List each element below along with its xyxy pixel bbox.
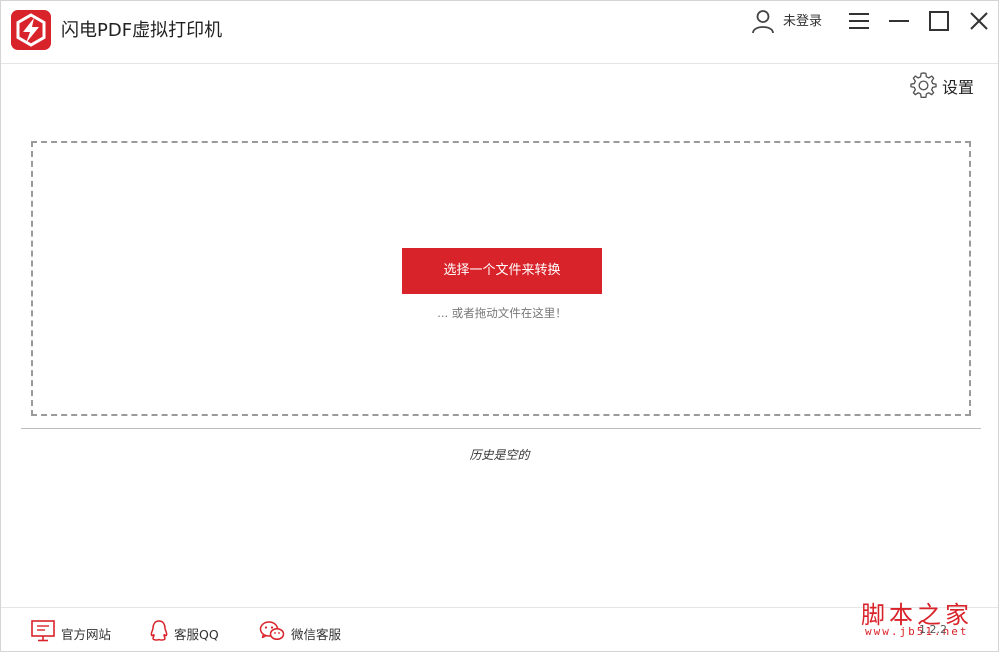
- history-divider: [21, 428, 981, 429]
- watermark-url: www.jb51.net: [865, 625, 969, 638]
- minimize-icon[interactable]: [887, 9, 911, 33]
- footer-bar: 官方网站 客服QQ 微信客服: [1, 607, 998, 651]
- lightning-logo-icon: [11, 10, 51, 50]
- login-status-label[interactable]: 未登录: [783, 13, 822, 31]
- customer-service-qq-label: 客服QQ: [174, 627, 219, 642]
- settings-button[interactable]: 设置: [910, 71, 990, 99]
- maximize-icon[interactable]: [927, 9, 951, 33]
- wechat-service-label: 微信客服: [291, 627, 342, 642]
- monitor-icon: [31, 620, 55, 642]
- close-icon[interactable]: [967, 9, 991, 33]
- settings-label: 设置: [942, 78, 975, 97]
- qq-icon: [150, 620, 168, 641]
- customer-service-qq-link[interactable]: 客服QQ: [149, 618, 239, 644]
- select-file-button[interactable]: 选择一个文件来转换: [402, 248, 602, 294]
- history-empty-text: 历史是空的: [469, 448, 530, 462]
- app-window: 闪电PDF虚拟打印机 未登录 设置 选择一个文件来转换 ... 或者拖动文件在这…: [0, 0, 999, 652]
- official-website-link[interactable]: 官方网站: [31, 618, 121, 644]
- version-label: 1.2.2: [919, 623, 947, 636]
- hamburger-menu-icon[interactable]: [847, 9, 871, 33]
- gear-icon: [910, 72, 937, 98]
- file-drop-zone[interactable]: 选择一个文件来转换 ... 或者拖动文件在这里！: [31, 141, 971, 416]
- wechat-service-link[interactable]: 微信客服: [259, 618, 359, 644]
- wechat-icon: [259, 621, 285, 641]
- user-icon[interactable]: [750, 8, 776, 34]
- title-bar[interactable]: 闪电PDF虚拟打印机 未登录: [1, 1, 998, 64]
- app-title: 闪电PDF虚拟打印机: [61, 20, 223, 41]
- official-website-label: 官方网站: [61, 627, 112, 642]
- drag-hint-text: ... 或者拖动文件在这里！: [437, 306, 567, 320]
